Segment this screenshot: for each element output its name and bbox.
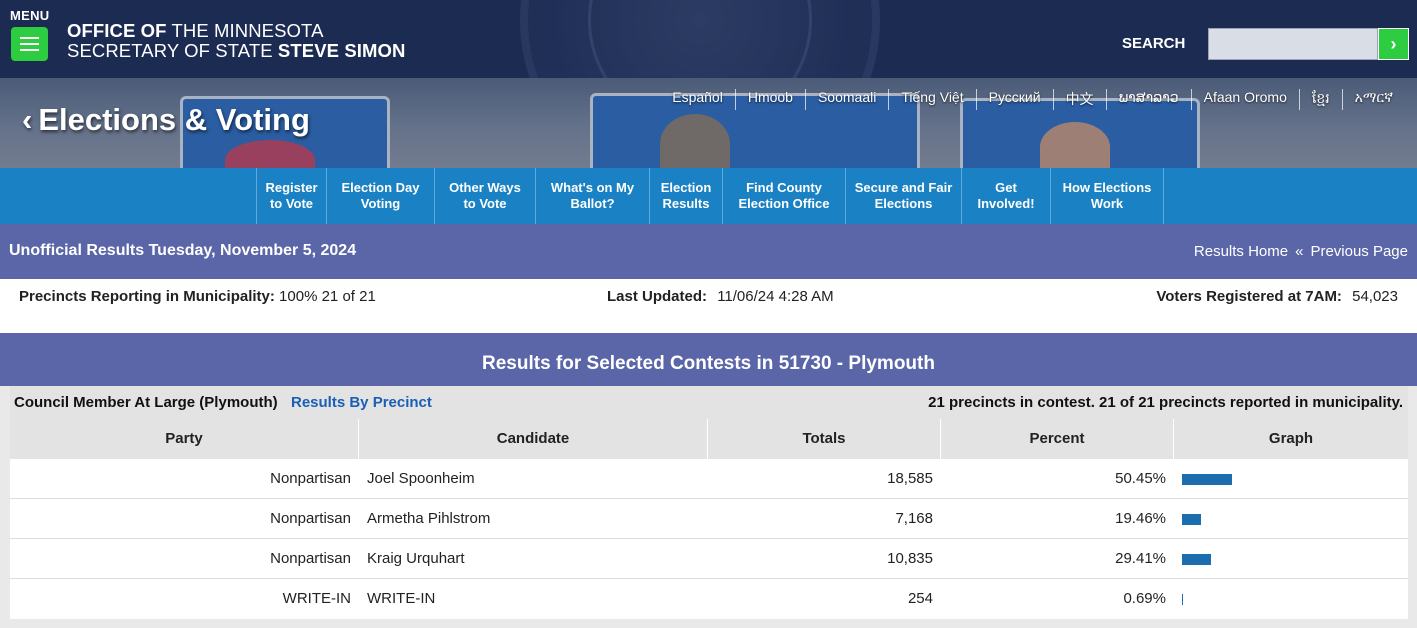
nav-other-ways-to-vote[interactable]: Other Ways to Vote: [434, 168, 535, 224]
results-by-precinct-link[interactable]: Results By Precinct: [291, 394, 432, 411]
candidate-cell: Armetha Pihlstrom: [367, 510, 491, 527]
results-date-title: Unofficial Results Tuesday, November 5, …: [9, 242, 357, 259]
lang-link[interactable]: Русский: [977, 89, 1054, 110]
party-cell: Nonpartisan: [270, 470, 351, 487]
nav-how-elections-work[interactable]: How Elections Work: [1050, 168, 1164, 224]
lang-link[interactable]: Tiếng Việt: [889, 89, 977, 110]
nav-whats-on-my-ballot[interactable]: What's on My Ballot?: [535, 168, 649, 224]
graph-cell: [1174, 579, 1408, 619]
col-graph: Graph: [1268, 430, 1314, 447]
nav-secure-fair-elections[interactable]: Secure and Fair Elections: [845, 168, 961, 224]
search-label: SEARCH: [1122, 35, 1186, 52]
col-percent: Percent: [941, 419, 1174, 459]
lang-link[interactable]: Español: [660, 89, 736, 110]
table-row: Nonpartisan Armetha Pihlstrom 7,168 19.4…: [10, 499, 1408, 539]
lang-link[interactable]: አማርኛ: [1343, 89, 1393, 110]
lang-link[interactable]: ខ្មែរ: [1300, 89, 1343, 110]
contest-precinct-info: 21 precincts in contest. 21 of 21 precin…: [928, 394, 1403, 411]
nav-election-results[interactable]: Election Results: [649, 168, 722, 224]
table-row: Nonpartisan Kraig Urquhart 10,835 29.41%: [10, 539, 1408, 579]
results-home-link[interactable]: Results Home: [1194, 243, 1288, 260]
result-bar: [1182, 554, 1211, 565]
candidate-cell: WRITE-IN: [367, 590, 436, 607]
col-candidate: Candidate: [359, 419, 708, 459]
result-bar: [1182, 514, 1201, 525]
lang-link[interactable]: ພາສາລາວ: [1107, 89, 1192, 110]
percent-cell: 0.69%: [1123, 590, 1166, 607]
precincts-reporting: Precincts Reporting in Municipality: 100…: [19, 288, 376, 305]
office-line2-bold: STEVE SIMON: [277, 40, 406, 61]
lang-link[interactable]: Soomaali: [806, 89, 890, 110]
table-row: WRITE-IN WRITE-IN 254 0.69%: [10, 579, 1408, 619]
office-line1-rest: THE MINNESOTA: [166, 20, 324, 41]
totals-cell: 10,835: [887, 550, 933, 567]
site-header: MENU OFFICE OF THE MINNESOTA SECRETARY O…: [0, 0, 1417, 78]
table-row: Nonpartisan Joel Spoonheim 18,585 50.45%: [10, 459, 1408, 499]
search-input[interactable]: [1208, 28, 1378, 60]
contest-table: Council Member At Large (Plymouth) Resul…: [0, 386, 1417, 628]
result-bar: [1182, 474, 1232, 485]
page-section-title[interactable]: ‹ Elections & Voting: [22, 102, 310, 138]
state-seal-watermark: [520, 0, 880, 78]
party-cell: Nonpartisan: [270, 550, 351, 567]
stats-row: Precincts Reporting in Municipality: 100…: [0, 279, 1417, 333]
party-cell: Nonpartisan: [270, 510, 351, 527]
nav-find-county-office[interactable]: Find County Election Office: [722, 168, 845, 224]
hero-banner: ‹ Elections & Voting Español Hmoob Soomaa…: [0, 78, 1417, 168]
col-totals: Totals: [708, 419, 941, 459]
col-party: Party: [10, 419, 359, 459]
contest-header: Council Member At Large (Plymouth) Resul…: [10, 386, 1408, 419]
percent-cell: 50.45%: [1115, 470, 1166, 487]
results-section-title: Results for Selected Contests in 51730 -…: [0, 333, 1417, 386]
nav-get-involved[interactable]: Get Involved!: [961, 168, 1050, 224]
totals-cell: 18,585: [887, 470, 933, 487]
section-title-text: Elections & Voting: [38, 102, 310, 137]
last-updated: Last Updated: 11/06/24 4:28 AM: [607, 288, 834, 305]
party-cell: WRITE-IN: [282, 590, 351, 607]
result-bar: [1182, 594, 1183, 605]
percent-cell: 19.46%: [1115, 510, 1166, 527]
office-line2-rest: SECRETARY OF STATE: [67, 40, 278, 61]
table-body: Nonpartisan Joel Spoonheim 18,585 50.45%…: [10, 459, 1408, 619]
graph-cell: [1174, 459, 1408, 498]
candidate-cell: Kraig Urquhart: [367, 550, 465, 567]
voters-registered: Voters Registered at 7AM: 54,023: [1156, 288, 1398, 305]
nav-election-day-voting[interactable]: Election Day Voting: [326, 168, 434, 224]
lang-link[interactable]: 中文: [1054, 89, 1107, 110]
totals-cell: 7,168: [895, 510, 933, 527]
nav-register-to-vote[interactable]: Register to Vote: [256, 168, 326, 224]
main-nav: Register to Vote Election Day Voting Oth…: [0, 168, 1417, 224]
candidate-cell: Joel Spoonheim: [367, 470, 475, 487]
menu-button[interactable]: [11, 27, 48, 61]
site-logo-text[interactable]: OFFICE OF THE MINNESOTA SECRETARY OF STA…: [67, 21, 405, 61]
back-chevron-icon: ‹: [22, 102, 33, 137]
graph-cell: [1174, 499, 1408, 538]
office-line1-bold: OFFICE OF: [67, 20, 167, 41]
search-submit-button[interactable]: ›: [1378, 28, 1409, 60]
table-header-row: Party Candidate Totals Percent Graph: [10, 419, 1408, 459]
lang-link[interactable]: Afaan Oromo: [1192, 89, 1300, 110]
breadcrumb-separator: «: [1295, 243, 1304, 260]
graph-cell: [1174, 539, 1408, 578]
results-date-band: Unofficial Results Tuesday, November 5, …: [0, 224, 1417, 279]
totals-cell: 254: [907, 590, 933, 607]
percent-cell: 29.41%: [1115, 550, 1166, 567]
language-links: Español Hmoob Soomaali Tiếng Việt Русски…: [660, 89, 1393, 110]
previous-page-link[interactable]: Previous Page: [1310, 243, 1408, 260]
lang-link[interactable]: Hmoob: [736, 89, 806, 110]
contest-name: Council Member At Large (Plymouth): [14, 394, 278, 411]
menu-label: MENU: [10, 8, 50, 23]
